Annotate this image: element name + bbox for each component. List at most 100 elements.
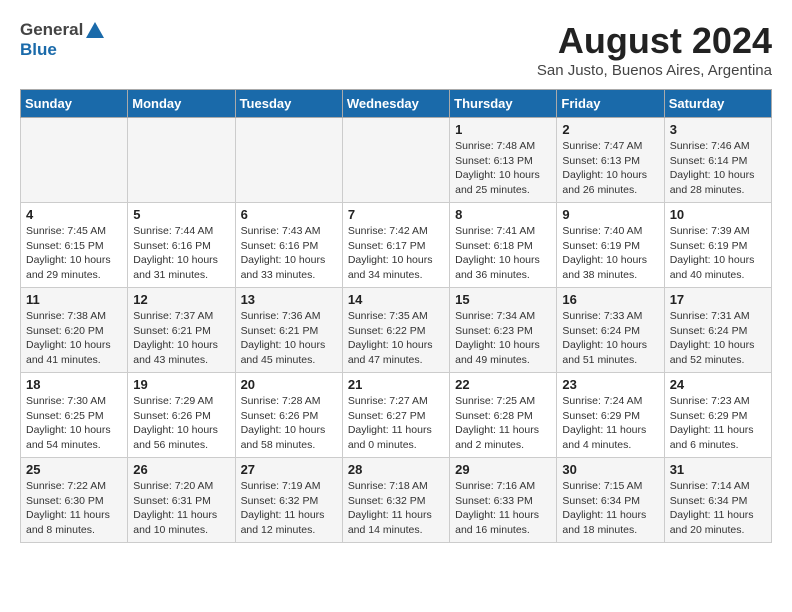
day-number: 16 [562,292,658,307]
day-info: Sunrise: 7:30 AM Sunset: 6:25 PM Dayligh… [26,394,122,453]
day-info: Sunrise: 7:39 AM Sunset: 6:19 PM Dayligh… [670,224,766,283]
calendar-cell: 31Sunrise: 7:14 AM Sunset: 6:34 PM Dayli… [664,458,771,543]
calendar-week-1: 1Sunrise: 7:48 AM Sunset: 6:13 PM Daylig… [21,118,772,203]
calendar-cell: 22 Sunrise: 7:25 AM Sunset: 6:28 PM Dayli… [450,373,557,458]
day-number: 9 [562,207,658,222]
day-info: Sunrise: 7:29 AM Sunset: 6:26 PM Dayligh… [133,394,229,453]
day-number: 8 [455,207,551,222]
day-info: Sunrise: 7:31 AM Sunset: 6:24 PM Dayligh… [670,309,766,368]
calendar-table: SundayMondayTuesdayWednesdayThursdayFrid… [20,89,772,543]
day-info: Sunrise: 7:48 AM Sunset: 6:13 PM Dayligh… [455,139,551,198]
calendar-cell: 2Sunrise: 7:47 AM Sunset: 6:13 PM Daylig… [557,118,664,203]
day-number: 6 [241,207,337,222]
day-number: 25 [26,462,122,477]
calendar-cell [235,118,342,203]
day-number: 31 [670,462,766,477]
calendar-title: August 2024 [537,20,772,62]
col-header-thursday: Thursday [450,90,557,118]
calendar-cell: 16 Sunrise: 7:33 AM Sunset: 6:24 PM Dayli… [557,288,664,373]
calendar-cell: 26Sunrise: 7:20 AM Sunset: 6:31 PM Dayli… [128,458,235,543]
day-number: 11 [26,292,122,307]
calendar-cell: 25 Sunrise: 7:22 AM Sunset: 6:30 PM Dayli… [21,458,128,543]
day-number: 14 [348,292,444,307]
calendar-cell: 20Sunrise: 7:28 AM Sunset: 6:26 PM Dayli… [235,373,342,458]
calendar-cell: 7 Sunrise: 7:42 AM Sunset: 6:17 PM Daylig… [342,203,449,288]
calendar-cell: 18 Sunrise: 7:30 AM Sunset: 6:25 PM Dayli… [21,373,128,458]
day-info: Sunrise: 7:23 AM Sunset: 6:29 PM Dayligh… [670,394,766,453]
day-number: 10 [670,207,766,222]
day-number: 23 [562,377,658,392]
calendar-cell [21,118,128,203]
calendar-cell: 4 Sunrise: 7:45 AM Sunset: 6:15 PM Daylig… [21,203,128,288]
calendar-cell: 8 Sunrise: 7:41 AM Sunset: 6:18 PM Daylig… [450,203,557,288]
logo-triangle [86,22,104,38]
calendar-cell [342,118,449,203]
day-info: Sunrise: 7:16 AM Sunset: 6:33 PM Dayligh… [455,479,551,538]
day-number: 21 [348,377,444,392]
calendar-week-4: 18 Sunrise: 7:30 AM Sunset: 6:25 PM Dayli… [21,373,772,458]
day-info: Sunrise: 7:25 AM Sunset: 6:28 PM Dayligh… [455,394,551,453]
day-number: 3 [670,122,766,137]
calendar-cell: 19 Sunrise: 7:29 AM Sunset: 6:26 PM Dayli… [128,373,235,458]
calendar-cell: 15Sunrise: 7:34 AM Sunset: 6:23 PM Dayli… [450,288,557,373]
day-info: Sunrise: 7:42 AM Sunset: 6:17 PM Dayligh… [348,224,444,283]
day-number: 18 [26,377,122,392]
day-info: Sunrise: 7:15 AM Sunset: 6:34 PM Dayligh… [562,479,658,538]
day-info: Sunrise: 7:22 AM Sunset: 6:30 PM Dayligh… [26,479,122,538]
col-header-wednesday: Wednesday [342,90,449,118]
day-number: 17 [670,292,766,307]
calendar-cell: 5 Sunrise: 7:44 AM Sunset: 6:16 PM Daylig… [128,203,235,288]
day-info: Sunrise: 7:35 AM Sunset: 6:22 PM Dayligh… [348,309,444,368]
day-info: Sunrise: 7:44 AM Sunset: 6:16 PM Dayligh… [133,224,229,283]
calendar-subtitle: San Justo, Buenos Aires, Argentina [537,62,772,79]
calendar-cell: 3Sunrise: 7:46 AM Sunset: 6:14 PM Daylig… [664,118,771,203]
day-info: Sunrise: 7:38 AM Sunset: 6:20 PM Dayligh… [26,309,122,368]
logo: General Blue [20,20,104,60]
logo-blue: Blue [20,40,57,59]
day-number: 30 [562,462,658,477]
day-info: Sunrise: 7:45 AM Sunset: 6:15 PM Dayligh… [26,224,122,283]
title-block: August 2024 San Justo, Buenos Aires, Arg… [537,20,772,79]
day-number: 15 [455,292,551,307]
page-header: General Blue August 2024 San Justo, Buen… [20,20,772,79]
day-info: Sunrise: 7:36 AM Sunset: 6:21 PM Dayligh… [241,309,337,368]
day-number: 5 [133,207,229,222]
calendar-cell: 11 Sunrise: 7:38 AM Sunset: 6:20 PM Dayli… [21,288,128,373]
calendar-cell: 29 Sunrise: 7:16 AM Sunset: 6:33 PM Dayli… [450,458,557,543]
day-info: Sunrise: 7:18 AM Sunset: 6:32 PM Dayligh… [348,479,444,538]
calendar-cell: 24 Sunrise: 7:23 AM Sunset: 6:29 PM Dayli… [664,373,771,458]
day-info: Sunrise: 7:20 AM Sunset: 6:31 PM Dayligh… [133,479,229,538]
day-info: Sunrise: 7:33 AM Sunset: 6:24 PM Dayligh… [562,309,658,368]
day-number: 29 [455,462,551,477]
day-info: Sunrise: 7:27 AM Sunset: 6:27 PM Dayligh… [348,394,444,453]
calendar-cell [128,118,235,203]
day-number: 13 [241,292,337,307]
calendar-cell: 6Sunrise: 7:43 AM Sunset: 6:16 PM Daylig… [235,203,342,288]
day-info: Sunrise: 7:40 AM Sunset: 6:19 PM Dayligh… [562,224,658,283]
day-number: 7 [348,207,444,222]
calendar-week-2: 4 Sunrise: 7:45 AM Sunset: 6:15 PM Daylig… [21,203,772,288]
day-number: 19 [133,377,229,392]
day-number: 2 [562,122,658,137]
col-header-friday: Friday [557,90,664,118]
day-info: Sunrise: 7:37 AM Sunset: 6:21 PM Dayligh… [133,309,229,368]
day-number: 4 [26,207,122,222]
day-number: 22 [455,377,551,392]
day-info: Sunrise: 7:41 AM Sunset: 6:18 PM Dayligh… [455,224,551,283]
col-header-tuesday: Tuesday [235,90,342,118]
calendar-cell: 28 Sunrise: 7:18 AM Sunset: 6:32 PM Dayli… [342,458,449,543]
day-number: 24 [670,377,766,392]
calendar-week-3: 11 Sunrise: 7:38 AM Sunset: 6:20 PM Dayli… [21,288,772,373]
calendar-cell: 12Sunrise: 7:37 AM Sunset: 6:21 PM Dayli… [128,288,235,373]
calendar-cell: 10 Sunrise: 7:39 AM Sunset: 6:19 PM Dayli… [664,203,771,288]
calendar-cell: 21 Sunrise: 7:27 AM Sunset: 6:27 PM Dayli… [342,373,449,458]
calendar-cell: 14 Sunrise: 7:35 AM Sunset: 6:22 PM Dayli… [342,288,449,373]
logo-general: General [20,20,83,40]
col-header-sunday: Sunday [21,90,128,118]
calendar-cell: 1Sunrise: 7:48 AM Sunset: 6:13 PM Daylig… [450,118,557,203]
col-header-saturday: Saturday [664,90,771,118]
calendar-week-5: 25 Sunrise: 7:22 AM Sunset: 6:30 PM Dayli… [21,458,772,543]
calendar-cell: 9 Sunrise: 7:40 AM Sunset: 6:19 PM Daylig… [557,203,664,288]
calendar-cell: 23Sunrise: 7:24 AM Sunset: 6:29 PM Dayli… [557,373,664,458]
day-number: 28 [348,462,444,477]
